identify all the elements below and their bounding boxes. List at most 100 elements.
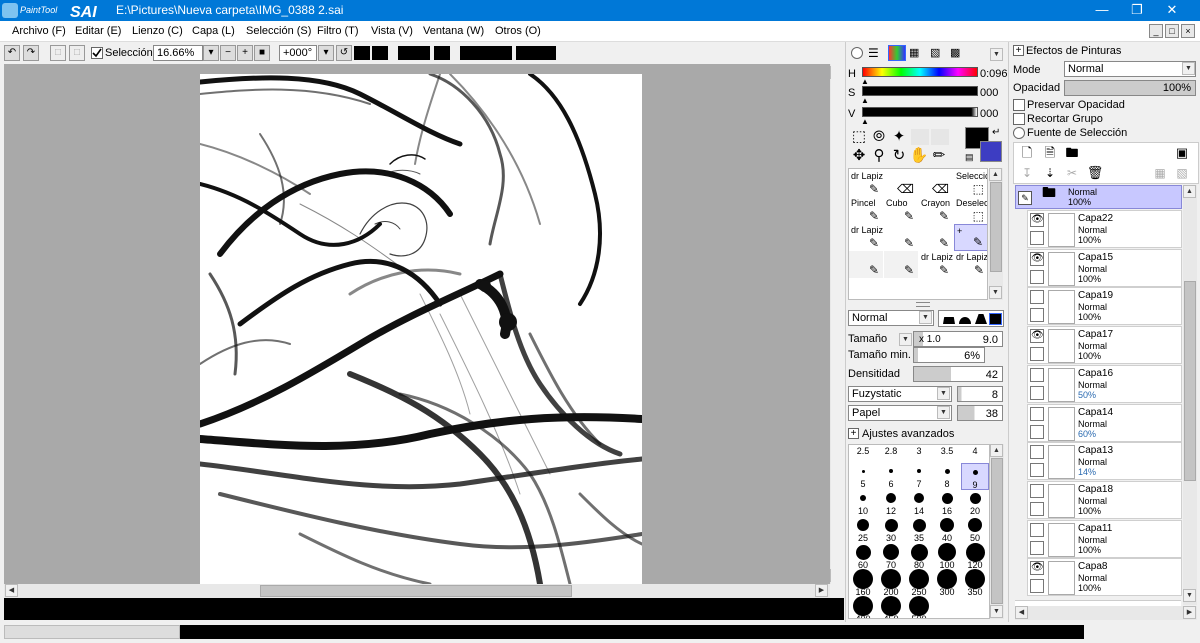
folder-brush-icon[interactable]: ✎	[1018, 191, 1032, 205]
menu-capa[interactable]: Capa (L)	[192, 25, 235, 37]
swatches-mode-icon[interactable]: ▦	[909, 46, 925, 60]
brush-size-option[interactable]: 300	[933, 569, 961, 598]
horizontal-scroll-thumb[interactable]	[260, 585, 572, 597]
scroll-right-arrow-icon[interactable]: ▶	[815, 584, 828, 597]
brush-size-option[interactable]: 12	[877, 490, 905, 517]
lasso-icon[interactable]: ⦾	[869, 127, 889, 147]
color-wheel-mode-icon[interactable]	[851, 47, 863, 59]
layer-lock-checkbox[interactable]	[1030, 269, 1044, 284]
eye-icon[interactable]: 👁	[1030, 251, 1044, 266]
layer-lock-checkbox[interactable]	[1030, 540, 1044, 555]
reset-colors-icon[interactable]: ↵	[992, 127, 1000, 138]
brush-slot[interactable]: ✎	[849, 251, 883, 278]
zoom-out-icon[interactable]: −	[220, 45, 236, 61]
brush-slot[interactable]: ⌫	[919, 170, 953, 197]
eye-hidden-icon[interactable]	[1030, 406, 1044, 421]
brush-shape-strength[interactable]: 8	[957, 386, 1003, 402]
eye-hidden-icon[interactable]	[1030, 290, 1044, 305]
brush-size-option[interactable]: 200	[877, 569, 905, 598]
new-folder-icon[interactable]: 🖿	[1062, 143, 1082, 163]
layer-row[interactable]: 👁 Capa8 Normal 100%	[1027, 558, 1182, 597]
size-slider[interactable]: x 1.0 9.0	[913, 331, 1003, 347]
canvas-area[interactable]: ▲ ▼	[4, 64, 831, 584]
zoom-reset-icon[interactable]: ■	[254, 45, 270, 61]
brush-size-option[interactable]: 160	[849, 569, 877, 598]
value-slider-handle-icon[interactable]: ▲	[861, 117, 869, 126]
brush-slot[interactable]: Selecció ⬚	[954, 170, 987, 197]
brush-size-option[interactable]: 3	[905, 445, 933, 463]
brush-size-option[interactable]: 2.8	[877, 445, 905, 463]
brush-tip-soft-icon[interactable]	[943, 317, 955, 324]
layer-row[interactable]: 👁 Capa17 Normal 100%	[1027, 326, 1182, 365]
brush-slot[interactable]: dr Lapiz ✎	[954, 251, 987, 278]
menu-otros[interactable]: Otros (O)	[495, 25, 541, 37]
advanced-settings-label[interactable]: Ajustes avanzados	[862, 428, 954, 440]
deselect-icon[interactable]: □	[50, 45, 66, 61]
selection-checkbox[interactable]	[91, 47, 103, 59]
layer-mode-dropdown-icon[interactable]: ▼	[1182, 62, 1195, 75]
palette-mode-icon[interactable]: ▧	[930, 46, 946, 60]
layer-row[interactable]: 👁 Capa22 Normal 100%	[1027, 210, 1182, 248]
maximize-button[interactable]: ❐	[1120, 0, 1154, 21]
rect-select-icon[interactable]: ⬚	[849, 127, 869, 147]
flip-horizontal-button[interactable]	[354, 46, 370, 60]
size-grid-scrollbar[interactable]: ▲ ▼	[990, 444, 1004, 619]
blend-mode-dropdown-icon[interactable]: ▼	[919, 311, 932, 324]
apply-mask-icon[interactable]: ▧	[1172, 163, 1192, 183]
brush-tip-round-icon[interactable]	[959, 317, 971, 324]
rotation-reset-icon[interactable]: ↺	[336, 45, 352, 61]
transfer-down-icon[interactable]: ↧	[1017, 163, 1037, 183]
new-linework-layer-icon[interactable]: 🗎	[1040, 143, 1060, 163]
brush-size-option[interactable]: 30	[877, 517, 905, 544]
texture-dropdown-icon[interactable]: ▼	[937, 406, 950, 419]
brush-size-option[interactable]: 250	[905, 569, 933, 598]
hand-tool-icon[interactable]: ✋	[909, 146, 929, 166]
layer-lock-checkbox[interactable]	[1030, 424, 1044, 439]
advanced-expand-icon[interactable]: +	[848, 428, 859, 439]
scroll-down-arrow-icon[interactable]: ▼	[830, 569, 831, 582]
invert-selection-icon[interactable]: □	[69, 45, 85, 61]
mdi-minimize-button[interactable]: _	[1149, 24, 1163, 38]
menu-seleccion[interactable]: Selección (S)	[246, 25, 311, 37]
eye-hidden-icon[interactable]	[1030, 522, 1044, 537]
brush-slot[interactable]: ⌫	[884, 170, 918, 197]
layer-lock-checkbox[interactable]	[1030, 308, 1044, 323]
clip-group-checkbox[interactable]	[1013, 113, 1025, 125]
merge-down-icon[interactable]: ⇣	[1040, 163, 1060, 183]
brush-size-option[interactable]: 350	[961, 569, 989, 598]
brush-slot[interactable]: ✎	[884, 224, 918, 251]
layer-row[interactable]: Capa16 Normal 50%	[1027, 364, 1182, 403]
brush-size-option[interactable]: 25	[849, 517, 877, 544]
layer-mask-icon[interactable]: ▣	[1172, 143, 1192, 163]
brush-slot[interactable]: Crayon ✎	[919, 197, 953, 224]
density-slider[interactable]: 42	[913, 366, 1003, 382]
layer-row[interactable]: Capa18 Normal 100%	[1027, 480, 1182, 519]
layer-lock-checkbox[interactable]	[1030, 501, 1044, 516]
color-panel-menu-icon[interactable]: ▼	[990, 48, 1003, 61]
brush-slot[interactable]: Cubo ✎	[884, 197, 918, 224]
brush-tip-hard-icon[interactable]	[975, 314, 987, 324]
layer-row[interactable]: Capa13 Normal 14%	[1027, 442, 1182, 481]
brush-shape-selector[interactable]	[938, 310, 1004, 327]
menu-lienzo[interactable]: Lienzo (C)	[132, 25, 183, 37]
brush-size-option[interactable]: 500	[905, 596, 933, 618]
scroll-up-arrow-icon[interactable]: ▲	[830, 66, 831, 79]
texture-strength[interactable]: 38	[957, 405, 1003, 421]
saturation-slider-handle-icon[interactable]: ▲	[861, 96, 869, 105]
delete-layer-icon[interactable]: 🗑	[1085, 163, 1105, 183]
value-slider[interactable]	[862, 107, 978, 117]
layer-horizontal-scrollbar[interactable]: ◀ ▶	[1015, 606, 1197, 620]
brush-grid-down-arrow-icon[interactable]: ▼	[989, 286, 1002, 299]
brush-shape-dropdown-icon[interactable]: ▼	[937, 387, 950, 400]
menu-filtro[interactable]: Filtro (T)	[317, 25, 359, 37]
selection-source-radio[interactable]	[1013, 127, 1025, 139]
size-dropdown-icon[interactable]: ▼	[899, 333, 912, 346]
toolbar-control-2[interactable]	[516, 46, 556, 60]
brush-size-option[interactable]: 120	[961, 542, 989, 571]
menu-editar[interactable]: Editar (E)	[75, 25, 121, 37]
eye-icon[interactable]: 👁	[1030, 329, 1044, 344]
layer-row[interactable]: 👁 Capa15 Normal 100%	[1027, 248, 1182, 287]
brush-size-option[interactable]: 4	[961, 445, 989, 463]
layer-list-scroll-thumb[interactable]	[1184, 281, 1196, 481]
layer-row[interactable]: Capa14 Normal 60%	[1027, 403, 1182, 442]
